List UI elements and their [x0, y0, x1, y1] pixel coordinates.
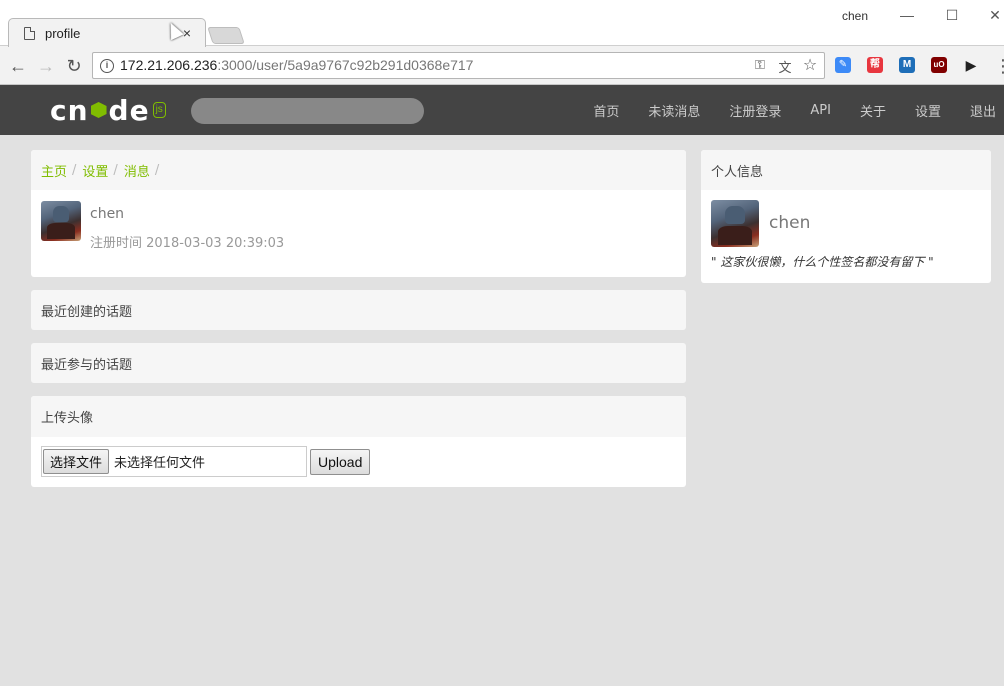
logo-letters-left: cn	[50, 93, 89, 127]
logo-js-badge: js	[152, 102, 166, 118]
site-info-icon[interactable]: i	[100, 59, 114, 73]
personal-info-panel: 个人信息 chen " 这家伙很懒，什么个性签名都没有留下 "	[701, 150, 991, 283]
key-icon[interactable]: ⚿	[751, 57, 769, 73]
breadcrumb-home[interactable]: 主页	[41, 161, 67, 180]
ext-blue-icon[interactable]: ✎	[835, 57, 851, 73]
user-profile-panel: 主页 / 设置 / 消息 / chen 注册时间 2018-03-03 20:39:0…	[31, 150, 686, 277]
browser-chrome: profile × chen — ☐ ✕ ← → ↻ i 172.21.206.…	[0, 0, 1004, 85]
upload-avatar-panel: 上传头像 选择文件 未选择任何文件 Upload	[31, 396, 686, 487]
browser-toolbar: ← → ↻ i 172.21.206.236:3000/user/5a9a976…	[0, 47, 1004, 85]
nav-about[interactable]: 关于	[860, 101, 886, 120]
breadcrumb-separator: /	[113, 162, 118, 178]
user-name[interactable]: chen	[90, 206, 124, 222]
upload-avatar-title: 上传头像	[31, 396, 686, 437]
maximize-icon[interactable]: ☐	[939, 6, 965, 26]
title-bar: profile × chen — ☐ ✕	[0, 0, 1004, 47]
recent-topics-panel: 最近创建的话题	[31, 290, 686, 330]
logo-hexagon-icon	[90, 102, 107, 118]
cnode-logo[interactable]: cn de js	[50, 93, 166, 127]
ext-red-icon[interactable]: 帮	[867, 57, 883, 73]
translate-icon[interactable]: 文	[776, 57, 794, 76]
register-time: 注册时间 2018-03-03 20:39:03	[90, 236, 285, 251]
user-signature: " 这家伙很懒，什么个性签名都没有留下 "	[711, 255, 934, 269]
avatar[interactable]	[41, 201, 81, 241]
window-close-icon[interactable]: ✕	[982, 6, 1004, 26]
breadcrumb-messages[interactable]: 消息	[124, 161, 150, 180]
upload-form: 选择文件 未选择任何文件 Upload	[41, 446, 371, 477]
recent-replies-title: 最近参与的话题	[31, 343, 686, 383]
play-icon[interactable]: ▶	[963, 57, 979, 73]
new-tab-button[interactable]	[207, 27, 245, 44]
nav-api[interactable]: API	[810, 103, 831, 118]
breadcrumb: 主页 / 设置 / 消息 /	[31, 150, 686, 190]
sidebar-user-name[interactable]: chen	[769, 213, 810, 233]
url-text[interactable]: 172.21.206.236:3000/user/5a9a9767c92b291…	[120, 57, 473, 73]
minimize-icon[interactable]: —	[894, 6, 920, 26]
page-icon	[24, 26, 35, 40]
file-status-text: 未选择任何文件	[114, 456, 206, 471]
personal-info-title: 个人信息	[701, 150, 991, 190]
url-host: 172.21.206.236	[120, 57, 218, 73]
search-input[interactable]	[191, 98, 424, 124]
nav-register-login[interactable]: 注册登录	[729, 101, 781, 120]
breadcrumb-separator: /	[72, 162, 77, 178]
browser-menu-icon[interactable]: ⋮	[994, 55, 1004, 77]
back-icon[interactable]: ←	[7, 55, 29, 77]
breadcrumb-separator: /	[154, 162, 160, 178]
window-user-label[interactable]: chen	[842, 9, 868, 23]
nav-links: 首页 未读消息 注册登录 API 关于 设置 退出	[564, 85, 996, 135]
logo-letters-right: de	[108, 93, 150, 127]
tab-title: profile	[45, 25, 81, 41]
forward-icon[interactable]: →	[35, 55, 57, 77]
sidebar-avatar[interactable]	[711, 200, 759, 247]
nav-home[interactable]: 首页	[593, 101, 619, 120]
url-path: :3000/user/5a9a9767c92b291d0368e717	[217, 57, 474, 73]
site-navbar: cn de js 首页 未读消息 注册登录 API 关于 设置 退出	[0, 85, 1004, 135]
upload-button[interactable]: Upload	[310, 448, 371, 475]
address-bar[interactable]: i 172.21.206.236:3000/user/5a9a9767c92b2…	[92, 52, 825, 79]
recent-topics-title: 最近创建的话题	[31, 290, 686, 330]
file-input[interactable]: 选择文件 未选择任何文件	[41, 446, 307, 477]
nav-settings[interactable]: 设置	[915, 101, 941, 120]
reload-icon[interactable]: ↻	[63, 55, 85, 77]
ext-m-icon[interactable]: M	[899, 57, 915, 73]
nav-logout[interactable]: 退出	[970, 101, 996, 120]
breadcrumb-settings[interactable]: 设置	[82, 161, 108, 180]
nav-unread-messages[interactable]: 未读消息	[648, 101, 700, 120]
ublock-icon[interactable]: uO	[931, 57, 947, 73]
choose-file-button[interactable]: 选择文件	[43, 449, 110, 474]
recent-replies-panel: 最近参与的话题	[31, 343, 686, 383]
bookmark-star-icon[interactable]: ☆	[801, 55, 819, 75]
